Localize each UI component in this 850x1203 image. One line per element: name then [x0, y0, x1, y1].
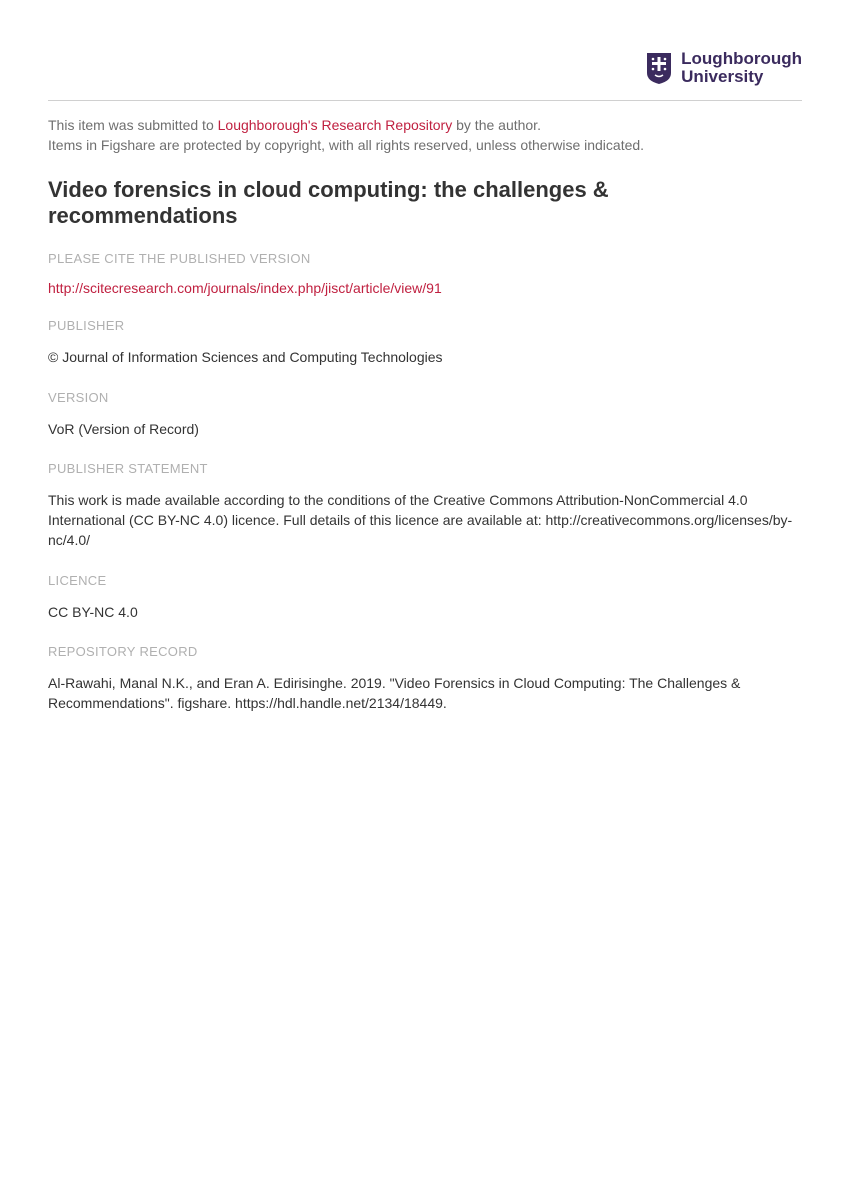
logo-text: Loughborough University	[681, 50, 802, 86]
logo-text-line2: University	[681, 68, 802, 86]
licence-value: CC BY-NC 4.0	[48, 602, 802, 622]
cite-url[interactable]: http://scitecresearch.com/journals/index…	[48, 280, 802, 296]
record-label: REPOSITORY RECORD	[48, 644, 802, 659]
repository-link[interactable]: Loughborough's Research Repository	[218, 117, 453, 133]
version-label: VERSION	[48, 390, 802, 405]
version-value: VoR (Version of Record)	[48, 419, 802, 439]
intro-suffix1: by the author.	[452, 117, 541, 133]
record-value: Al-Rawahi, Manal N.K., and Eran A. Ediri…	[48, 673, 802, 714]
publisher-value: © Journal of Information Sciences and Co…	[48, 347, 802, 367]
logo-text-line1: Loughborough	[681, 50, 802, 68]
page-title: Video forensics in cloud computing: the …	[48, 177, 802, 229]
shield-icon	[645, 51, 673, 85]
cite-label: PLEASE CITE THE PUBLISHED VERSION	[48, 251, 802, 266]
statement-label: PUBLISHER STATEMENT	[48, 461, 802, 476]
statement-value: This work is made available according to…	[48, 490, 802, 551]
university-logo: Loughborough University	[645, 50, 802, 86]
intro-line2: Items in Figshare are protected by copyr…	[48, 137, 644, 153]
licence-label: LICENCE	[48, 573, 802, 588]
intro-prefix: This item was submitted to	[48, 117, 218, 133]
publisher-label: PUBLISHER	[48, 318, 802, 333]
intro-text: This item was submitted to Loughborough'…	[48, 115, 802, 156]
header: Loughborough University	[48, 50, 802, 101]
